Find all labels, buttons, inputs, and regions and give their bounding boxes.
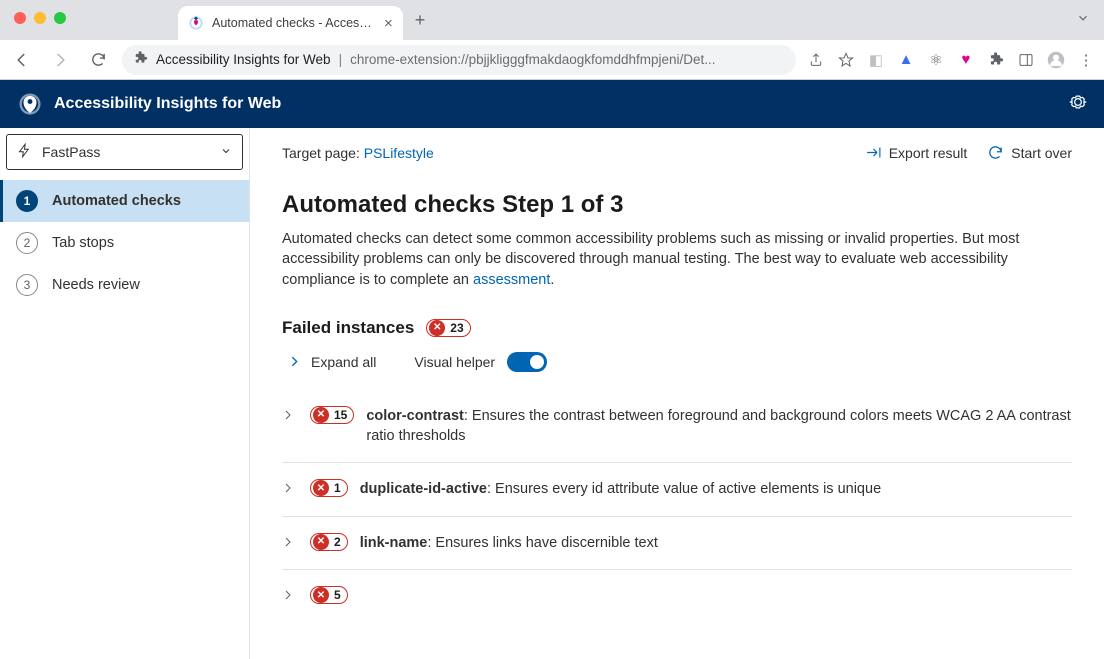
bookmark-icon[interactable] — [836, 50, 856, 70]
visual-helper-toggle[interactable] — [507, 352, 547, 372]
tools-row: Expand all Visual helper — [282, 352, 1072, 372]
browser-chrome: Automated checks - Accessibil × + Access… — [0, 0, 1104, 80]
extension-icon — [134, 51, 148, 68]
new-tab-button[interactable]: + — [415, 10, 426, 31]
extensions-icon[interactable] — [986, 50, 1006, 70]
ext-icon-1[interactable]: ◧ — [866, 50, 886, 70]
x-icon: ✕ — [313, 407, 329, 423]
step-label: Needs review — [52, 277, 140, 293]
target-page-link[interactable]: PSLifestyle — [364, 145, 434, 161]
close-window[interactable] — [14, 12, 26, 24]
chevron-right-icon — [282, 479, 298, 499]
chevron-right-icon — [282, 586, 298, 606]
export-result-button[interactable]: Export result — [865, 144, 968, 161]
profile-icon[interactable] — [1046, 50, 1066, 70]
sidebar-step-needs-review[interactable]: 3 Needs review — [0, 264, 249, 306]
window-controls — [0, 0, 80, 24]
assessment-selector[interactable]: FastPass — [6, 134, 243, 170]
share-icon[interactable] — [806, 50, 826, 70]
target-label: Target page: — [282, 145, 364, 161]
content: Target page: PSLifestyle Export result S… — [250, 128, 1104, 659]
target-row: Target page: PSLifestyle Export result S… — [282, 144, 1072, 177]
x-icon: ✕ — [313, 587, 329, 603]
app-name: Accessibility Insights for Web — [54, 95, 281, 113]
issue-text: duplicate-id-active: Ensures every id at… — [360, 479, 881, 499]
sidebar: FastPass 1 Automated checks 2 Tab stops … — [0, 128, 250, 659]
sidebar-step-automated-checks[interactable]: 1 Automated checks — [0, 180, 249, 222]
lightning-icon — [17, 143, 32, 161]
app-header: Accessibility Insights for Web — [0, 80, 1104, 128]
chevron-down-icon — [220, 144, 232, 160]
maximize-window[interactable] — [54, 12, 66, 24]
step-label: Tab stops — [52, 235, 114, 251]
visual-helper-label: Visual helper — [414, 354, 495, 370]
issue-count-badge: ✕15 — [310, 406, 354, 424]
step-number: 1 — [16, 190, 38, 212]
issue-row[interactable]: ✕15 color-contrast: Ensures the contrast… — [282, 390, 1072, 464]
address-prefix: Accessibility Insights for Web — [156, 52, 331, 67]
issue-text: svg-img-alt: Ensures elements with an im… — [360, 586, 803, 659]
x-icon: ✕ — [313, 480, 329, 496]
issue-text: link-name: Ensures links have discernibl… — [360, 533, 658, 553]
failed-label: Failed instances — [282, 318, 414, 338]
x-icon: ✕ — [429, 320, 445, 336]
app-brand: Accessibility Insights for Web — [16, 90, 281, 118]
tabs-row: Automated checks - Accessibil × + — [80, 0, 1104, 40]
issue-count-badge: ✕1 — [310, 479, 348, 497]
minimize-window[interactable] — [34, 12, 46, 24]
issue-count-badge: ✕5 — [310, 586, 348, 604]
assessment-link[interactable]: assessment — [473, 272, 550, 288]
tab-title: Automated checks - Accessibil — [212, 16, 372, 30]
step-label: Automated checks — [52, 193, 181, 209]
failed-instances-header: Failed instances ✕23 — [282, 318, 1072, 338]
panel-icon[interactable] — [1016, 50, 1036, 70]
tabs-overflow-icon[interactable] — [1076, 11, 1090, 30]
browser-tab[interactable]: Automated checks - Accessibil × — [178, 6, 403, 40]
address-url: chrome-extension://pbjjkligggfmakdaogkfo… — [350, 52, 715, 67]
ext-icon-axe[interactable]: ▲ — [896, 50, 916, 70]
start-over-button[interactable]: Start over — [987, 144, 1072, 161]
issue-row[interactable]: ✕5 svg-img-alt: Ensures elements with an… — [282, 570, 1072, 659]
brand-logo — [16, 90, 44, 118]
sidebar-step-tab-stops[interactable]: 2 Tab stops — [0, 222, 249, 264]
reload-button[interactable] — [84, 46, 112, 74]
expand-all-button[interactable]: Expand all — [288, 354, 376, 370]
ext-icon-react[interactable]: ⚛ — [926, 50, 946, 70]
page-title: Automated checks Step 1 of 3 — [282, 191, 1072, 219]
chevron-right-icon — [282, 406, 298, 426]
page-description: Automated checks can detect some common … — [282, 229, 1072, 290]
issue-count-badge: ✕2 — [310, 533, 348, 551]
forward-button[interactable] — [46, 46, 74, 74]
selector-label: FastPass — [42, 144, 100, 160]
back-button[interactable] — [8, 46, 36, 74]
x-icon: ✕ — [313, 534, 329, 550]
issue-row[interactable]: ✕2 link-name: Ensures links have discern… — [282, 517, 1072, 570]
step-number: 2 — [16, 232, 38, 254]
address-bar[interactable]: Accessibility Insights for Web | chrome-… — [122, 45, 796, 75]
visual-helper-control: Visual helper — [414, 352, 547, 372]
menu-icon[interactable]: ⋮ — [1076, 50, 1096, 70]
failed-count-badge: ✕23 — [426, 319, 470, 337]
issue-text: color-contrast: Ensures the contrast bet… — [366, 406, 1072, 447]
browser-toolbar: Accessibility Insights for Web | chrome-… — [0, 40, 1104, 80]
settings-icon[interactable] — [1068, 92, 1088, 117]
issue-row[interactable]: ✕1 duplicate-id-active: Ensures every id… — [282, 463, 1072, 516]
tab-favicon — [188, 15, 204, 31]
toolbar-icons: ◧ ▲ ⚛ ♥ ⋮ — [806, 50, 1096, 70]
chevron-right-icon — [282, 533, 298, 553]
ext-icon-ai[interactable]: ♥ — [956, 50, 976, 70]
step-number: 3 — [16, 274, 38, 296]
close-tab-icon[interactable]: × — [380, 15, 393, 32]
